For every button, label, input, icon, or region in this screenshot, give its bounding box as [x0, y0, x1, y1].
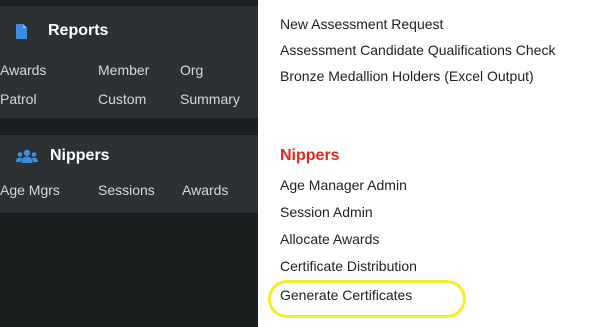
sidebar-section-reports: Reports Awards Member Org Patrol Custom …	[0, 6, 258, 118]
sidebar-link-nippers-awards[interactable]: Awards	[182, 182, 228, 198]
main-content: New Assessment Request Assessment Candid…	[258, 0, 612, 327]
sidebar-link-member[interactable]: Member	[98, 62, 149, 78]
nippers-heading: Nippers	[280, 147, 340, 164]
sidebar-link-sessions[interactable]: Sessions	[98, 182, 155, 198]
sidebar-link-custom[interactable]: Custom	[98, 91, 146, 107]
link-certificate-distribution[interactable]: Certificate Distribution	[280, 258, 417, 274]
link-new-assessment-request[interactable]: New Assessment Request	[280, 16, 443, 32]
link-assessment-candidate-qualifications-check[interactable]: Assessment Candidate Qualifications Chec…	[280, 42, 555, 58]
sidebar-link-summary[interactable]: Summary	[180, 91, 240, 107]
sidebar-title-nippers: Nippers	[50, 147, 110, 164]
link-bronze-medallion-holders[interactable]: Bronze Medallion Holders (Excel Output)	[280, 68, 534, 84]
link-age-manager-admin[interactable]: Age Manager Admin	[280, 177, 407, 193]
document-icon	[16, 23, 27, 39]
link-session-admin[interactable]: Session Admin	[280, 204, 373, 220]
sidebar-header-reports[interactable]: Reports	[16, 22, 108, 40]
sidebar-title-reports: Reports	[48, 22, 109, 39]
sidebar-link-awards[interactable]: Awards	[0, 62, 46, 78]
sidebar-link-org[interactable]: Org	[180, 62, 203, 78]
sidebar: Reports Awards Member Org Patrol Custom …	[0, 0, 258, 327]
sidebar-section-nippers: Nippers Age Mgrs Sessions Awards	[0, 135, 258, 213]
sidebar-link-patrol[interactable]: Patrol	[0, 91, 37, 107]
sidebar-header-nippers[interactable]: Nippers	[16, 147, 110, 165]
link-generate-certificates[interactable]: Generate Certificates	[280, 287, 412, 303]
people-group-icon	[16, 149, 38, 163]
sidebar-link-age-mgrs[interactable]: Age Mgrs	[0, 182, 60, 198]
link-allocate-awards[interactable]: Allocate Awards	[280, 231, 379, 247]
